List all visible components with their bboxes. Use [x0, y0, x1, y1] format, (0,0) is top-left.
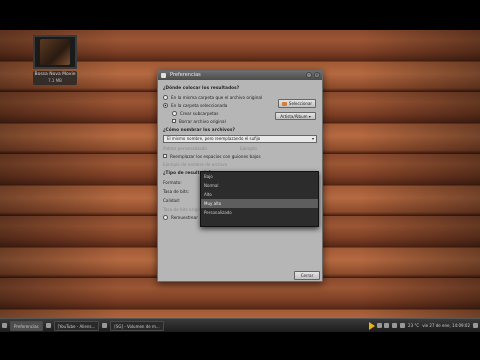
desktop-file-label: Bossa Nova Movie 7.1 MB	[33, 71, 77, 85]
where-heading: ¿Dónde colocar los resultados?	[163, 85, 240, 90]
dropdown-item[interactable]: Normal	[201, 181, 318, 190]
desktop-file-icon[interactable]: Bossa Nova Movie 7.1 MB	[33, 35, 77, 85]
dialog-title: Preferencias	[170, 72, 201, 78]
folder-icon	[281, 101, 287, 106]
clock[interactable]: vie 27 de ene, 14:09:02	[422, 323, 470, 328]
format-label: Formato:	[163, 180, 182, 185]
menu-icon[interactable]	[2, 323, 7, 328]
select-folder-button[interactable]: Seleccionar	[278, 99, 316, 108]
power-icon[interactable]	[473, 323, 478, 328]
checkbox-subfolders[interactable]	[172, 110, 177, 116]
video-thumbnail-icon	[33, 35, 77, 69]
close-button[interactable]: Cerrar	[294, 271, 320, 280]
resample-label: Remuestrear	[171, 214, 198, 220]
task-preferences[interactable]: Preferencias	[10, 320, 43, 331]
chevron-down-icon: ▾	[311, 136, 314, 141]
dialog-titlebar[interactable]: Preferencias – ×	[158, 71, 322, 80]
close-window-icon[interactable]: ×	[314, 72, 320, 78]
subfolder-pattern-combo[interactable]: Artista/Álbum ▾	[275, 112, 316, 120]
folder-task-icon[interactable]	[102, 323, 108, 328]
dropdown-item[interactable]: Bajo	[201, 172, 318, 181]
example-filename: Ejemplo de nombre de archivo	[163, 161, 228, 167]
media-controls	[369, 321, 390, 330]
naming-heading: ¿Cómo nombrar los archivos?	[163, 127, 235, 132]
naming-combo[interactable]: El mismo nombre, pero reemplazando el su…	[163, 135, 317, 143]
network-icon[interactable]	[392, 323, 398, 328]
play-icon[interactable]	[369, 321, 376, 330]
bitrate-label: Tasa de bits:	[163, 189, 190, 194]
checkbox-delete-original[interactable]	[172, 119, 176, 123]
checkbox-resample[interactable]	[163, 214, 168, 220]
task-youtube[interactable]: [YouTube - Aliens...	[53, 320, 100, 331]
minimize-icon[interactable]: –	[306, 72, 312, 78]
volume-icon[interactable]	[400, 323, 406, 328]
dropdown-item-selected[interactable]: Muy alto	[201, 199, 318, 208]
quality-dropdown-menu[interactable]: Bajo Normal Alto Muy alto Personalizado	[200, 171, 319, 227]
quality-label: Calidad:	[163, 198, 181, 203]
firefox-icon[interactable]	[45, 323, 51, 328]
temperature: 23 °C	[408, 323, 420, 328]
dropdown-item[interactable]: Personalizado	[201, 208, 318, 217]
stop-icon[interactable]	[384, 323, 390, 328]
checkbox-replace-spaces[interactable]	[163, 154, 167, 158]
opt-replace-spaces[interactable]: Reemplazar los espacios con guiones bajo…	[163, 152, 317, 160]
taskbar: Preferencias [YouTube - Aliens... [SG] -…	[0, 318, 480, 332]
app-icon	[161, 73, 166, 78]
naming-pattern-row: Patrón personalizado Ejemplo	[163, 145, 257, 151]
dropdown-item[interactable]: Alto	[201, 190, 318, 199]
task-volume[interactable]: [SG] - Volumen de m...	[110, 320, 164, 331]
radio-selected-folder[interactable]	[163, 102, 168, 108]
radio-same-folder[interactable]	[163, 94, 168, 100]
screen: Bossa Nova Movie 7.1 MB Preferencias – ×…	[0, 0, 480, 360]
pause-icon[interactable]	[377, 323, 383, 328]
